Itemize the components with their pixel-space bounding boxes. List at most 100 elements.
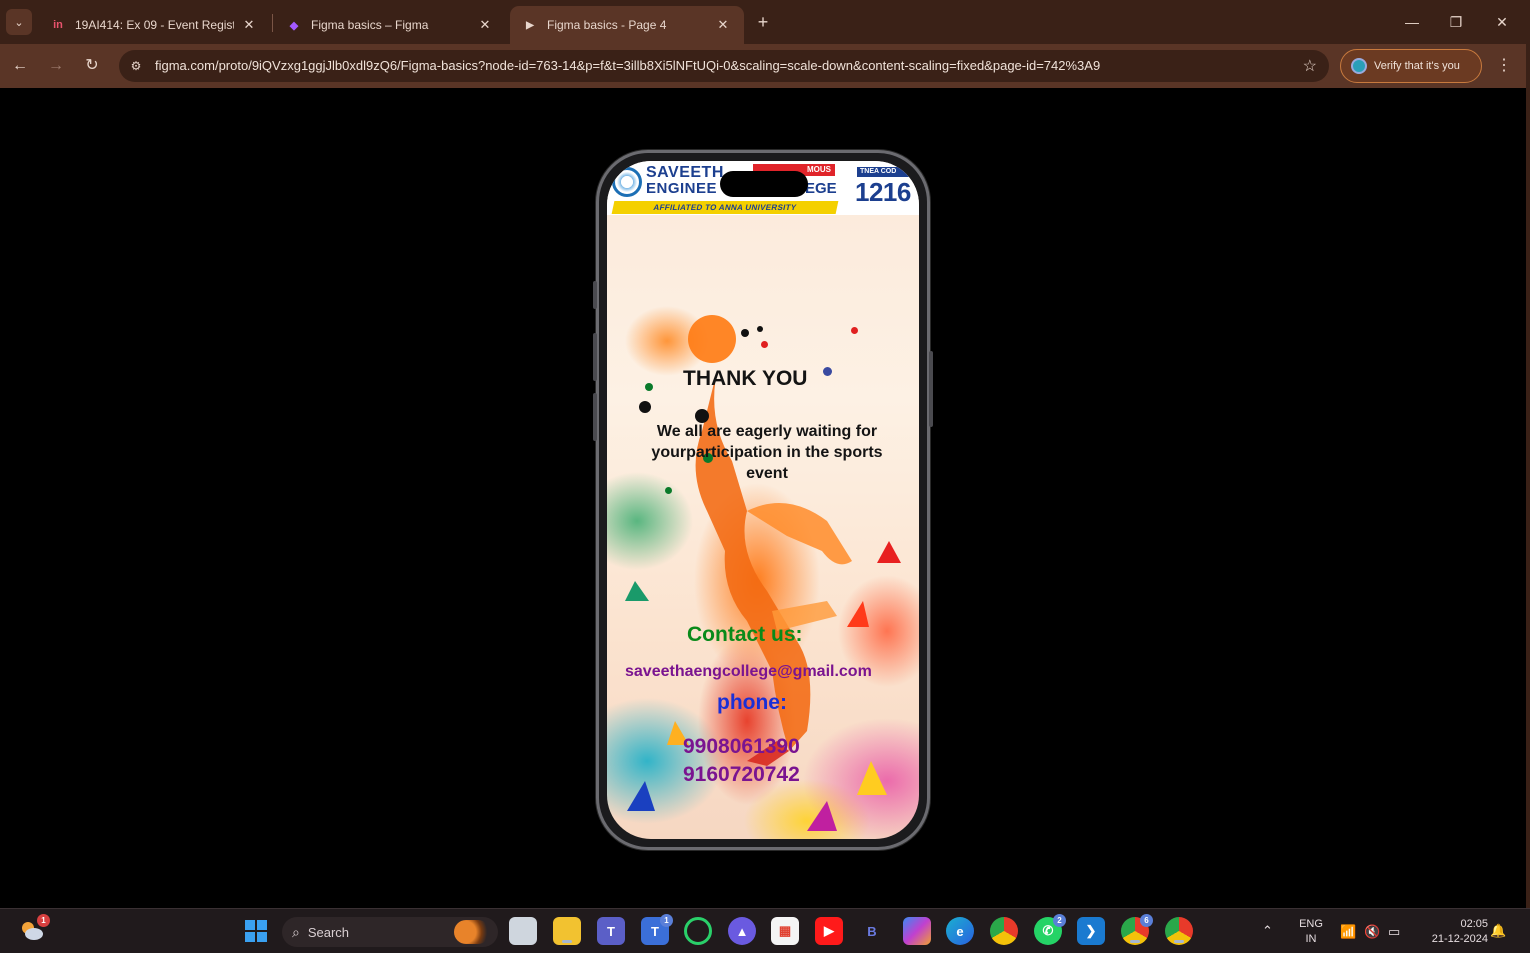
play-icon: ▶	[526, 19, 534, 31]
teams-work-icon[interactable]: T1	[641, 914, 673, 945]
back-button[interactable]: ←	[6, 52, 34, 80]
affiliation-banner: AFFILIATED TO ANNA UNIVERSITY	[611, 201, 839, 214]
phone-side-button	[593, 281, 597, 309]
paint-splatter	[741, 329, 749, 337]
minimize-button[interactable]: —	[1392, 8, 1432, 36]
contact-email: saveethaengcollege@gmail.com	[625, 663, 872, 680]
close-icon[interactable]: ✕	[714, 17, 732, 33]
site-settings-icon[interactable]: ⚙	[127, 57, 145, 75]
paint-splatter	[761, 341, 768, 348]
tab-label: 19AI414: Ex 09 - Event Registrat	[75, 18, 234, 32]
input-language-indicator[interactable]: ENG IN	[1294, 917, 1328, 947]
phone-number-1: 9908061390	[683, 735, 800, 758]
thank-you-heading: THANK YOU	[683, 367, 808, 390]
browser-menu-button[interactable]: ⋮	[1492, 52, 1516, 80]
notification-badge: 1	[37, 914, 50, 927]
paint-shard	[877, 541, 901, 563]
chrome-profile-icon[interactable]: 6	[1121, 914, 1153, 945]
contact-heading: Contact us:	[687, 623, 803, 646]
search-highlight-icon	[454, 920, 490, 944]
app-launcher-icon[interactable]: B	[858, 917, 886, 945]
waiting-message: We all are eagerly waiting for yourparti…	[651, 423, 883, 482]
tnea-code: 1216	[855, 177, 911, 207]
clock[interactable]: 02:05 21-12-2024	[1414, 917, 1488, 947]
reload-button[interactable]: ↻	[78, 52, 106, 80]
paint-splatter	[645, 383, 653, 391]
search-icon: ⌕	[292, 923, 300, 940]
microsoft-store-icon[interactable]: ▦	[771, 917, 799, 945]
taskbar-search-box[interactable]: ⌕ Search	[282, 917, 498, 947]
whatsapp-icon[interactable]: ✆ 2	[1034, 914, 1066, 945]
tab-search-menu-button[interactable]: ⌄	[6, 9, 32, 35]
file-explorer-icon[interactable]	[553, 917, 581, 945]
paint-shard	[627, 781, 655, 811]
verify-label: Verify that it's you	[1374, 60, 1460, 72]
nordvpn-icon[interactable]: ▲	[728, 917, 756, 945]
volume-muted-icon[interactable]: 🔇	[1364, 924, 1380, 939]
teams-icon[interactable]: T	[597, 917, 625, 945]
address-bar[interactable]: ⚙ figma.com/proto/9iQVzxg1ggjJlb0xdl9zQ6…	[119, 50, 1329, 82]
figma-icon: ◆	[289, 19, 299, 32]
close-icon[interactable]: ✕	[240, 17, 258, 33]
close-icon[interactable]: ✕	[476, 17, 494, 33]
running-indicator	[1130, 940, 1140, 943]
profile-avatar-icon	[1351, 58, 1367, 74]
reload-icon: ↻	[85, 57, 99, 74]
phone-frame: SAVEETH MOUS ENGINEE EGE AFFILIATED TO A…	[593, 150, 933, 850]
arrow-right-icon: →	[48, 57, 64, 74]
college-name-line2-end: EGE	[805, 180, 837, 197]
new-tab-button[interactable]: +	[752, 11, 774, 33]
refresh-app-icon[interactable]	[684, 917, 712, 945]
paint-splatter	[665, 487, 672, 494]
clock-time: 02:05	[1460, 918, 1488, 930]
windows-logo-icon	[245, 920, 267, 942]
tray-overflow-chevron-icon[interactable]: ⌃	[1262, 923, 1273, 938]
tab-figma-page-4[interactable]: ▶ Figma basics - Page 4 ✕	[510, 6, 744, 44]
paint-shard	[847, 601, 869, 627]
chevron-down-icon: ⌄	[14, 16, 24, 29]
paint-splatter	[639, 401, 651, 413]
notification-badge: 6	[1140, 914, 1153, 927]
phone-heading: phone:	[717, 691, 787, 714]
phone-side-button	[593, 333, 597, 381]
verify-account-button[interactable]: Verify that it's you	[1340, 49, 1482, 83]
chrome-icon[interactable]	[1165, 917, 1193, 945]
language-code: ENG	[1299, 918, 1323, 930]
copilot-icon[interactable]	[903, 917, 931, 945]
minimize-icon: —	[1405, 14, 1419, 30]
tab-figma-basics[interactable]: ◆ Figma basics – Figma ✕	[274, 6, 506, 44]
more-vertical-icon: ⋮	[1496, 57, 1512, 74]
weather-widget-icon[interactable]: 1	[18, 914, 50, 945]
task-view-icon[interactable]	[509, 917, 537, 945]
start-button[interactable]	[242, 917, 270, 945]
edge-icon[interactable]: e	[946, 917, 974, 945]
windows-taskbar: 1 ⌕ Search T T1 ▲ ▦ ▶ B e ✆ 2 ❯ 6 ⌃ ENG …	[0, 908, 1530, 953]
window-close-button[interactable]: ✕	[1482, 8, 1522, 36]
tab-label: Figma basics - Page 4	[547, 18, 667, 32]
tab-separator	[272, 14, 273, 32]
phone-side-button	[593, 393, 597, 441]
tab-event-registration[interactable]: in 19AI414: Ex 09 - Event Registrat ✕	[38, 6, 270, 44]
paint-splatter	[823, 367, 832, 376]
wifi-icon[interactable]: 📶	[1340, 924, 1356, 939]
college-seal-icon	[612, 167, 642, 197]
phone-side-button	[929, 351, 933, 427]
forward-button[interactable]: →	[42, 52, 70, 80]
url-text[interactable]: figma.com/proto/9iQVzxg1ggjJlb0xdl9zQ6/F…	[155, 58, 1275, 73]
chrome-icon[interactable]	[990, 917, 1018, 945]
bookmark-star-icon[interactable]: ☆	[1303, 56, 1317, 76]
paint-shard	[857, 761, 887, 795]
restore-button[interactable]: ❐	[1436, 8, 1476, 36]
youtube-icon[interactable]: ▶	[815, 917, 843, 945]
notification-badge: 2	[1053, 914, 1066, 927]
paint-shard	[807, 801, 837, 831]
vscode-icon[interactable]: ❯	[1077, 917, 1105, 945]
restore-icon: ❐	[1449, 14, 1463, 30]
prototype-screen[interactable]: SAVEETH MOUS ENGINEE EGE AFFILIATED TO A…	[607, 161, 919, 839]
tab-label: Figma basics – Figma	[311, 18, 429, 32]
browser-toolbar: ← → ↻ ⚙ figma.com/proto/9iQVzxg1ggjJlb0x…	[0, 44, 1530, 88]
notification-bell-icon[interactable]: 🔔	[1490, 923, 1506, 938]
battery-icon[interactable]: ▭	[1388, 924, 1400, 939]
browser-tab-strip: ⌄ in 19AI414: Ex 09 - Event Registrat ✕ …	[0, 0, 1530, 44]
window-right-edge	[1526, 0, 1530, 908]
